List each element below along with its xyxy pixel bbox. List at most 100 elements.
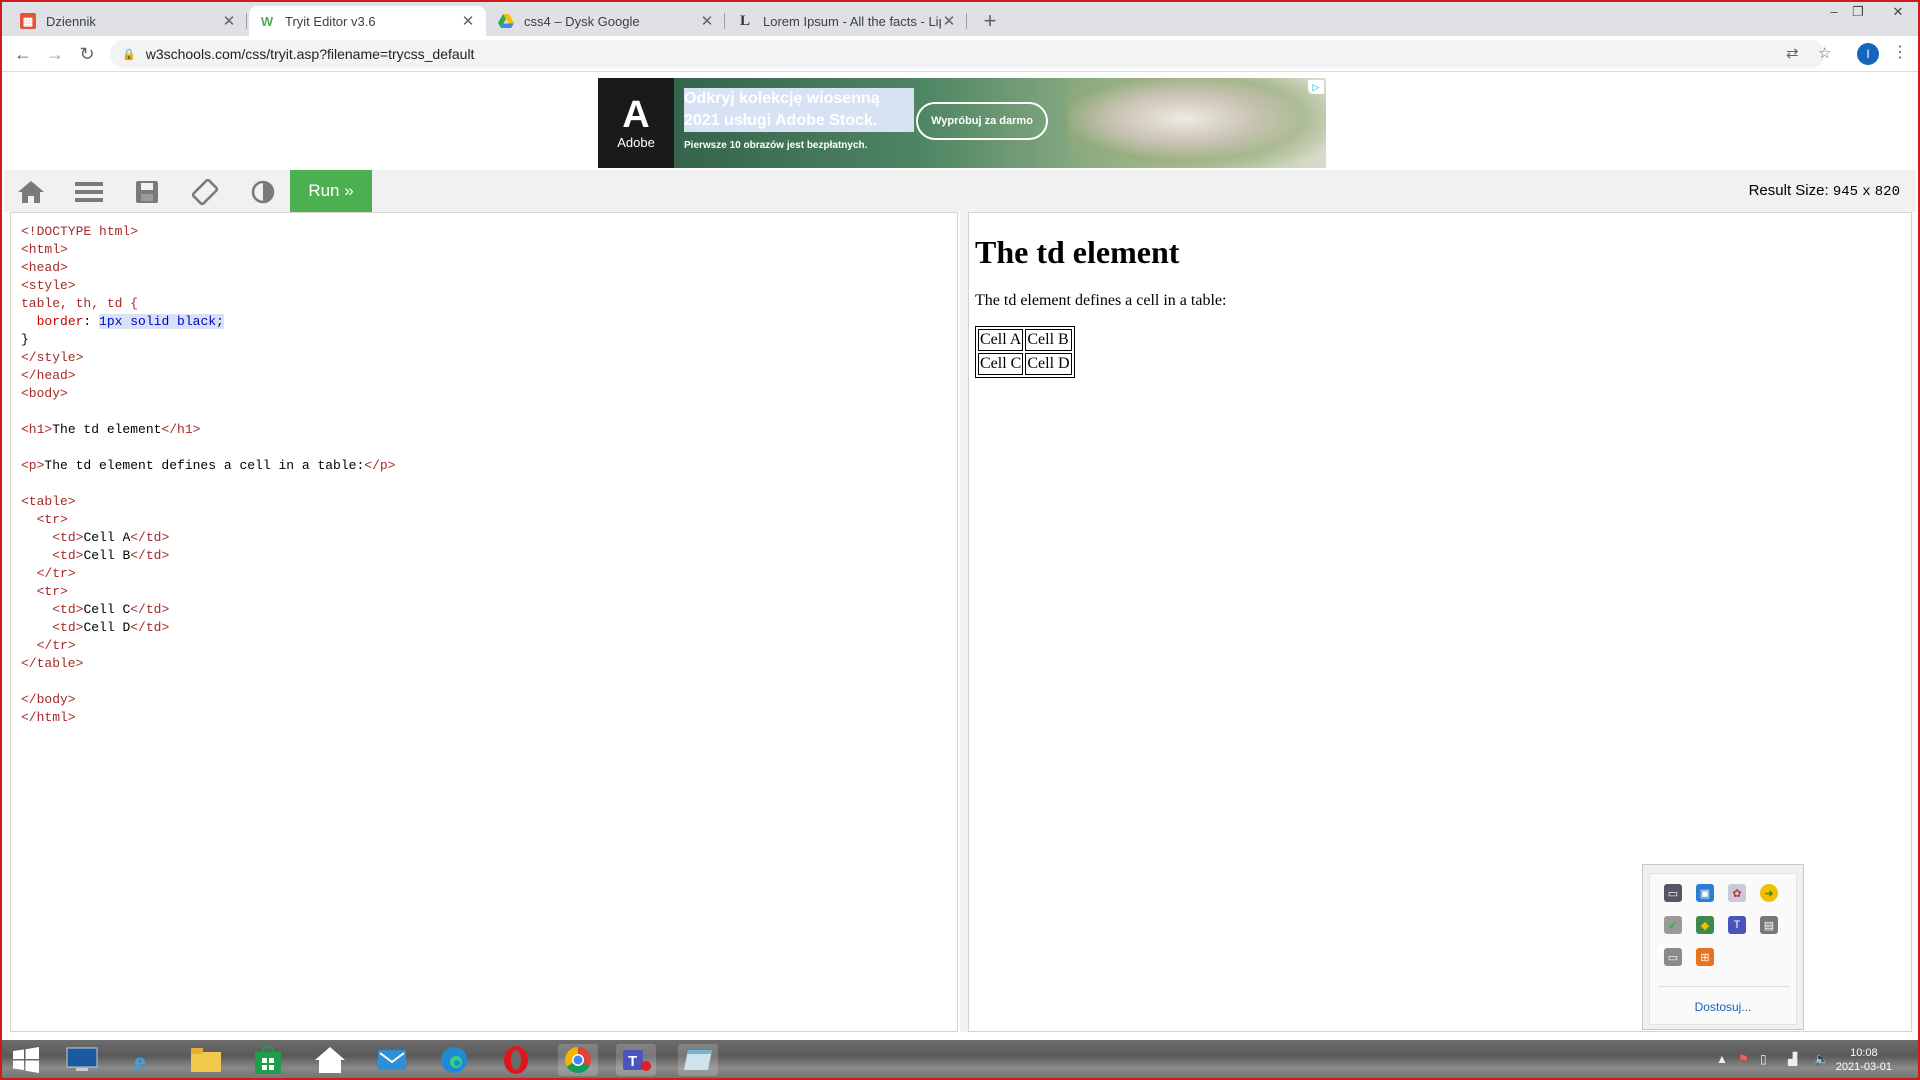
new-tab-button[interactable]: + [978, 8, 1002, 34]
restore-window-button[interactable]: ❐ [1848, 4, 1868, 20]
w3schools-favicon-icon: W [260, 13, 274, 29]
windows-taskbar: e T ▲ ⚑ ▯ ▟ 🔈 10:08 2021-03-01 [2, 1040, 1918, 1078]
tab-title: css4 – Dysk Google [524, 13, 640, 29]
tab-title: Tryit Editor v3.6 [285, 13, 376, 29]
home-app-icon[interactable] [310, 1044, 350, 1076]
reload-icon[interactable]: ↻ [74, 41, 100, 67]
tab-tryit-editor[interactable]: W Tryit Editor v3.6 ✕ [249, 6, 486, 36]
opera-browser-icon[interactable] [496, 1044, 536, 1076]
result-table: Cell A Cell B Cell C Cell D [975, 326, 1075, 378]
internet-explorer-icon[interactable]: e [124, 1044, 164, 1076]
wifi-signal-icon[interactable]: ▟ [1788, 1052, 1797, 1066]
menu-dots-icon[interactable]: ⋮ [1892, 42, 1908, 62]
device-app-icon[interactable]: ▤ [1760, 916, 1778, 934]
lipsum-favicon-icon: L [739, 12, 750, 29]
code-line: </tr> [36, 638, 76, 653]
paint-app-icon[interactable]: ✿ [1728, 884, 1746, 902]
code-editor[interactable]: <!DOCTYPE html> <html> <head> <style> table,… [10, 212, 958, 1032]
taskbar-clock[interactable]: 10:08 2021-03-01 [1836, 1046, 1892, 1074]
result-size-separator: x [1862, 184, 1871, 200]
rotate-layout-icon[interactable] [190, 178, 220, 206]
translate-icon[interactable]: ⇄ [1786, 44, 1799, 62]
edge-browser-icon[interactable] [434, 1044, 474, 1076]
pane-resize-handle[interactable] [960, 212, 968, 1032]
ad-headline: Odkryj kolekcję wiosenną 2021 usługi Ado… [684, 88, 914, 132]
svg-text:e: e [134, 1047, 146, 1074]
teams-tray-icon[interactable]: T [1728, 916, 1746, 934]
run-button[interactable]: Run » [290, 170, 372, 212]
dziennik-favicon-icon: ▦ [20, 13, 36, 29]
forward-icon[interactable]: → [42, 41, 68, 67]
result-document: The td element The td element defines a … [975, 213, 1226, 378]
lenovo-app-icon[interactable] [62, 1044, 102, 1076]
url-text[interactable]: w3schools.com/css/tryit.asp?filename=try… [146, 46, 475, 62]
tab-title: Dziennik [46, 13, 96, 29]
store-icon[interactable] [248, 1044, 288, 1076]
table-row: Cell A Cell B [978, 329, 1072, 351]
code-line: <td>Cell C</td> [52, 602, 170, 617]
code-line: <html> [21, 242, 68, 257]
close-tab-icon[interactable]: ✕ [941, 12, 957, 30]
ad-subline: Pierwsze 10 obrazów jest bezpłatnych. [684, 140, 868, 151]
result-heading: The td element [975, 234, 1180, 270]
close-tab-icon[interactable]: ✕ [699, 12, 715, 30]
start-button-icon[interactable] [6, 1044, 46, 1076]
ad-cta-button[interactable]: Wypróbuj za darmo [916, 102, 1048, 140]
result-width: 945 [1832, 184, 1859, 200]
ad-photo [1068, 78, 1326, 168]
browser-window: ▦ Dziennik ✕ W Tryit Editor v3.6 ✕ css4 … [0, 0, 1920, 1080]
battery-icon[interactable]: ▯ [1760, 1052, 1767, 1066]
package-app-icon[interactable]: ◆ [1696, 916, 1714, 934]
result-paragraph: The td element defines a cell in a table… [975, 292, 1227, 309]
tab-title: Lorem Ipsum - All the facts - Lips [763, 13, 941, 29]
menu-icon[interactable] [74, 178, 104, 206]
mail-app-icon[interactable] [372, 1044, 412, 1076]
back-icon[interactable]: ← [10, 41, 36, 67]
close-tab-icon[interactable]: ✕ [221, 12, 237, 30]
show-hidden-icons-button[interactable]: ▲ [1716, 1052, 1728, 1066]
code-line: <tr> [36, 584, 68, 599]
minimize-window-button[interactable]: – [1824, 4, 1844, 19]
code-line: border: 1px solid black; [36, 314, 224, 329]
close-window-button[interactable]: ✕ [1888, 4, 1908, 20]
tab-google-drive[interactable]: css4 – Dysk Google ✕ [488, 6, 725, 36]
monitor-app-icon[interactable]: ▭ [1664, 884, 1682, 902]
update-app-icon[interactable]: ➜ [1760, 884, 1778, 902]
table-cell: Cell D [1025, 353, 1072, 375]
office-app-icon[interactable]: ⊞ [1696, 948, 1714, 966]
address-bar[interactable]: 🔒 w3schools.com/css/tryit.asp?filename=t… [110, 40, 1825, 68]
table-cell: Cell B [1025, 329, 1072, 351]
table-cell: Cell C [978, 353, 1024, 375]
code-line: </table> [21, 656, 84, 671]
adobe-logo: A Adobe [598, 78, 674, 168]
file-explorer-icon[interactable] [186, 1044, 226, 1076]
teams-app-icon[interactable]: T [616, 1044, 656, 1076]
network-error-icon[interactable]: ⚑ [1738, 1052, 1749, 1066]
security-check-icon[interactable]: ✔ [1664, 916, 1682, 934]
tab-dziennik[interactable]: ▦ Dziennik ✕ [10, 6, 247, 36]
adobe-a-icon: A [622, 93, 650, 136]
bookmark-star-icon[interactable]: ☆ [1818, 44, 1831, 62]
volume-icon[interactable]: 🔈 [1814, 1052, 1829, 1066]
close-tab-icon[interactable]: ✕ [460, 12, 476, 30]
adchoices-icon[interactable]: ▷ [1308, 80, 1324, 94]
code-line: <style> [21, 278, 76, 293]
profile-avatar[interactable]: I [1857, 43, 1879, 65]
customize-tray-link[interactable]: Dostosuj... [1650, 1000, 1796, 1014]
browser-toolbar: ← → ↻ 🔒 w3schools.com/css/tryit.asp?file… [2, 36, 1918, 72]
code-line: <!DOCTYPE html> [21, 224, 139, 239]
dark-mode-icon[interactable] [248, 178, 278, 206]
chrome-browser-icon[interactable] [558, 1044, 598, 1076]
adobe-stock-ad-banner[interactable]: A Adobe Odkryj kolekcję wiosenną 2021 us… [598, 78, 1326, 168]
home-icon[interactable] [16, 178, 46, 206]
table-cell: Cell A [978, 329, 1024, 351]
network-app-icon[interactable]: ▣ [1696, 884, 1714, 902]
save-icon[interactable] [132, 178, 162, 206]
code-text[interactable]: <!DOCTYPE html> <html> <head> <style> table,… [21, 223, 395, 727]
notes-app-icon[interactable] [678, 1044, 718, 1076]
tab-lorem-ipsum[interactable]: L Lorem Ipsum - All the facts - Lips ✕ [727, 6, 967, 36]
code-line: <body> [21, 386, 68, 401]
